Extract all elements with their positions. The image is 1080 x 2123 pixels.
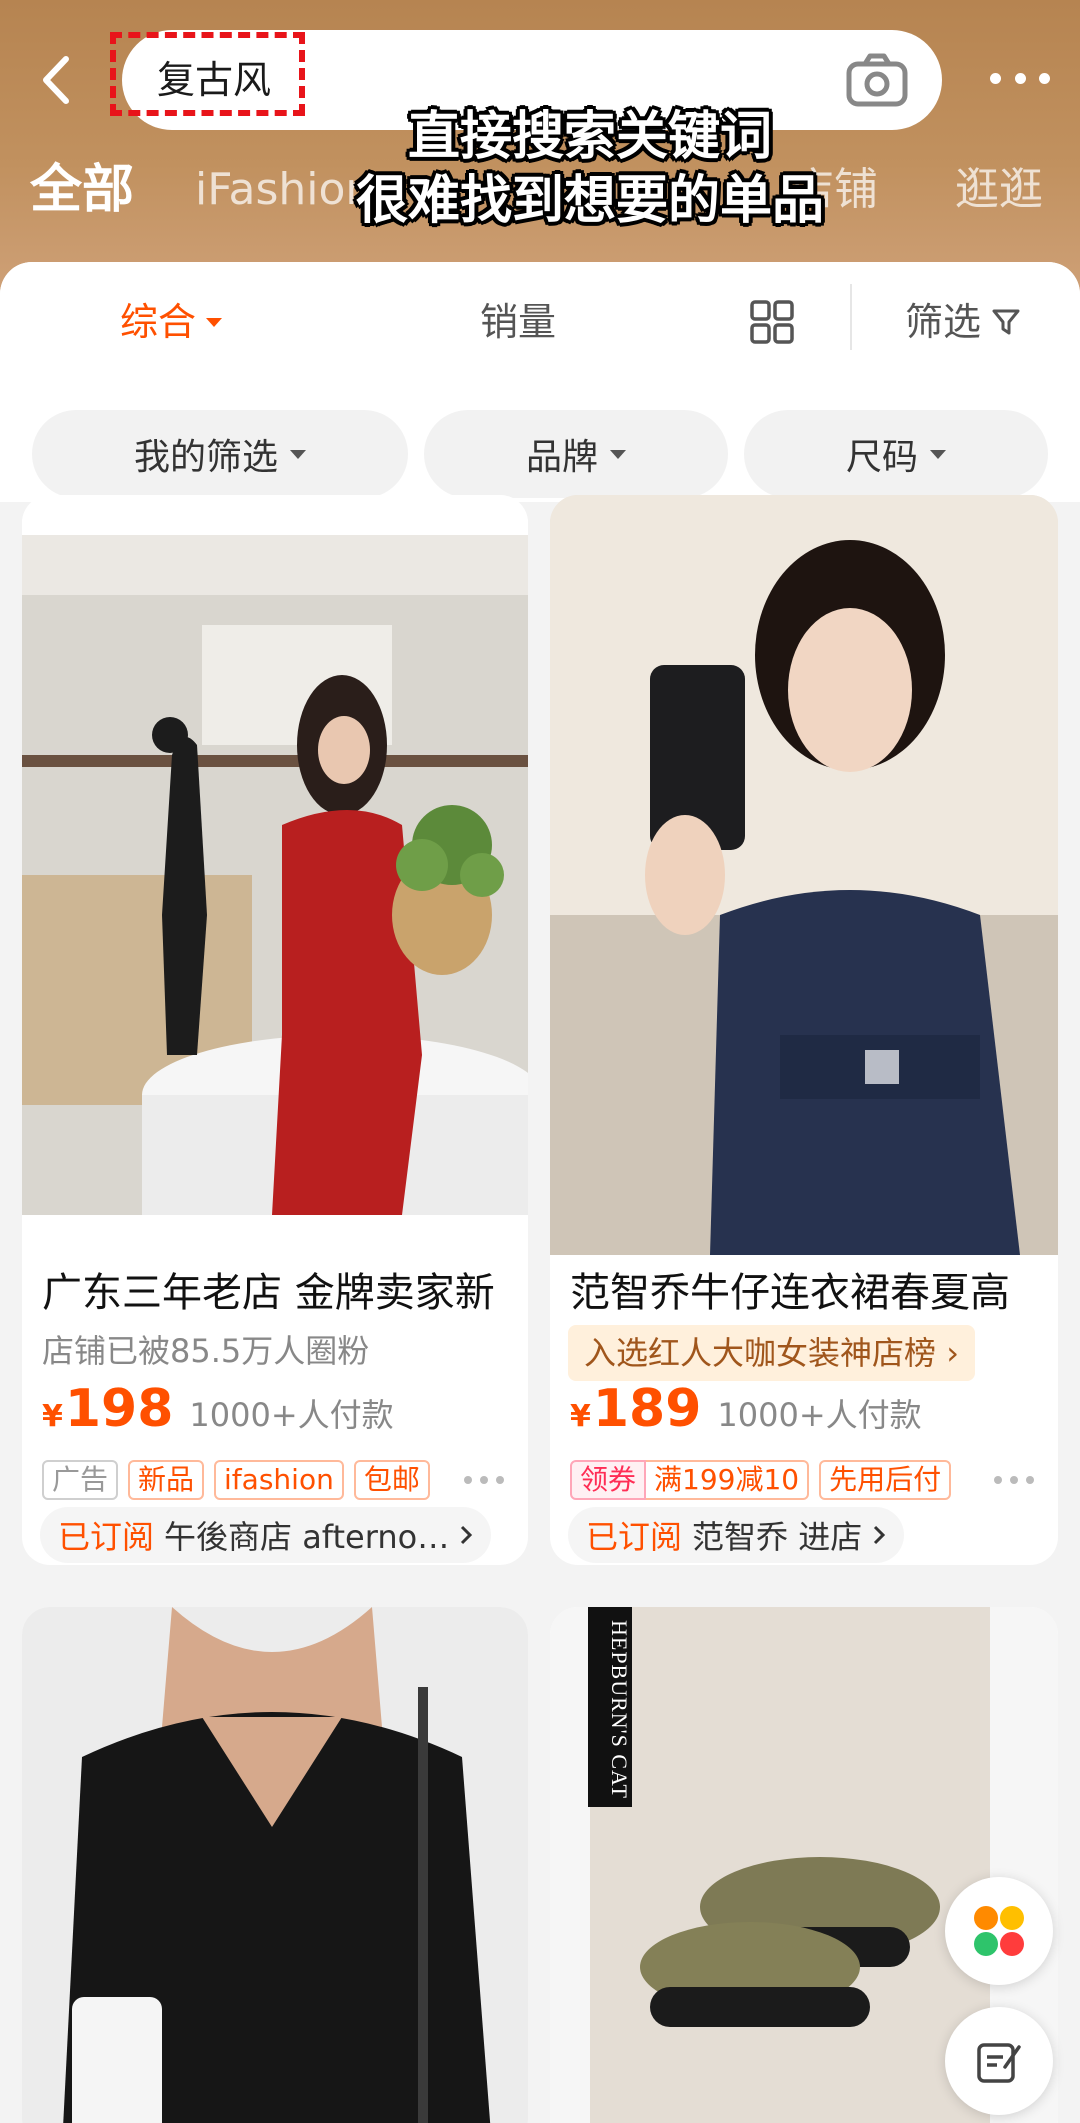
shop-name: 午後商店 afterno… <box>164 1518 450 1556</box>
product-card[interactable]: 广东三年老店 金牌卖家新 店铺已被85.5万人圈粉 ¥ 198 1000+人付款… <box>22 495 528 1565</box>
product-image <box>550 495 1058 1255</box>
results-panel: 综合 销量 筛选 我的筛选 品牌 尺码 广东三年老店 金牌卖家新 店铺已被85.… <box>0 262 1080 2123</box>
sortbar-divider <box>850 284 852 350</box>
shop-entry[interactable]: 已订阅 午後商店 afterno… <box>40 1507 492 1563</box>
shop-name: 范智乔 进店 <box>692 1518 863 1556</box>
more-icon[interactable] <box>994 1476 1034 1486</box>
caret-down-icon <box>930 449 946 459</box>
rank-banner[interactable]: 入选红人大咖女装神店榜 › <box>568 1325 975 1381</box>
apps-icon <box>974 1906 1024 1956</box>
sold-count: 1000+人付款 <box>189 1396 394 1434</box>
price-value: 189 <box>592 1379 702 1439</box>
tag-ad: 广告 <box>42 1460 119 1500</box>
product-image <box>22 1607 528 2123</box>
chevron-right-icon: › <box>946 1334 959 1372</box>
subscribed-label: 已订阅 <box>586 1518 683 1556</box>
product-title: 广东三年老店 金牌卖家新 <box>42 1270 495 1316</box>
tag-free-shipping: 包邮 <box>353 1460 430 1500</box>
filter-button[interactable]: 筛选 <box>905 292 1021 352</box>
price-row: ¥ 189 1000+人付款 <box>570 1379 922 1439</box>
caret-down-icon <box>290 449 306 459</box>
tab-all[interactable]: 全部 <box>30 150 134 230</box>
currency-symbol: ¥ <box>42 1399 63 1434</box>
chip-size-label: 尺码 <box>845 437 918 478</box>
filter-label: 筛选 <box>905 300 982 344</box>
price-row: ¥ 198 1000+人付款 <box>42 1379 394 1439</box>
grid-view-icon[interactable] <box>750 300 794 344</box>
chip-my-filters[interactable]: 我的筛选 <box>32 410 408 498</box>
apps-button[interactable] <box>945 1877 1053 1985</box>
chip-size[interactable]: 尺码 <box>744 410 1048 498</box>
caret-down-icon <box>206 317 223 327</box>
edit-button[interactable] <box>945 2007 1053 2115</box>
tag-coupon: 领券 <box>570 1460 647 1500</box>
sort-comprehensive-label: 综合 <box>120 300 197 344</box>
tab-browse[interactable]: 逛逛 <box>955 150 1043 230</box>
chevron-right-icon <box>874 1525 886 1545</box>
tab-ifashion[interactable]: iFashion <box>195 150 373 230</box>
subscribed-label: 已订阅 <box>58 1518 155 1556</box>
sort-bar: 综合 销量 筛选 <box>0 262 1080 382</box>
chevron-right-icon <box>461 1525 473 1545</box>
filter-chips: 我的筛选 品牌 尺码 <box>0 382 1080 502</box>
product-tags: 领券 满199减10 先用后付 <box>570 1460 952 1500</box>
search-query-highlight-box <box>110 32 305 116</box>
chip-brand-label: 品牌 <box>525 437 598 478</box>
filter-icon <box>992 309 1020 335</box>
camera-icon[interactable] <box>845 52 909 108</box>
sort-sales[interactable]: 销量 <box>480 292 556 352</box>
brand-vertical-label: HEPBURN'S CAT <box>607 1619 632 1799</box>
rank-banner-label: 入选红人大咖女装神店榜 <box>584 1334 937 1372</box>
edit-icon <box>977 2043 1021 2083</box>
sold-count: 1000+人付款 <box>717 1396 922 1434</box>
back-icon[interactable] <box>30 48 80 112</box>
shop-entry[interactable]: 已订阅 范智乔 进店 <box>568 1507 905 1563</box>
shop-followers: 店铺已被85.5万人圈粉 <box>42 1332 370 1370</box>
caret-down-icon <box>610 449 626 459</box>
more-icon[interactable] <box>990 66 1050 90</box>
product-tags: 广告 新品 ifashion 包邮 <box>42 1460 430 1500</box>
sort-comprehensive[interactable]: 综合 <box>120 292 223 352</box>
tag-discount: 满199减10 <box>646 1460 810 1500</box>
tag-ifashion: ifashion <box>214 1460 344 1500</box>
result-type-tabs: 全部 iFashion 店铺 逛逛 <box>0 150 1080 230</box>
product-card[interactable]: 范智乔牛仔连衣裙春夏高 入选红人大咖女装神店榜 › ¥ 189 1000+人付款… <box>550 495 1058 1565</box>
product-title: 范智乔牛仔连衣裙春夏高 <box>570 1270 1010 1316</box>
tab-shops[interactable]: 店铺 <box>790 150 878 230</box>
tag-pay-later: 先用后付 <box>819 1460 952 1500</box>
product-image <box>22 495 528 1255</box>
more-icon[interactable] <box>464 1476 504 1486</box>
tag-new: 新品 <box>128 1460 205 1500</box>
sort-sales-label: 销量 <box>480 300 557 344</box>
product-card[interactable] <box>22 1607 528 2123</box>
header: 复古风 全部 iFashion 店铺 逛逛 直接搜索关键词 很难找到想要的单品 <box>0 0 1080 300</box>
chip-brand[interactable]: 品牌 <box>424 410 728 498</box>
chip-my-filters-label: 我的筛选 <box>133 437 278 478</box>
currency-symbol: ¥ <box>570 1399 591 1434</box>
price-value: 198 <box>64 1379 174 1439</box>
